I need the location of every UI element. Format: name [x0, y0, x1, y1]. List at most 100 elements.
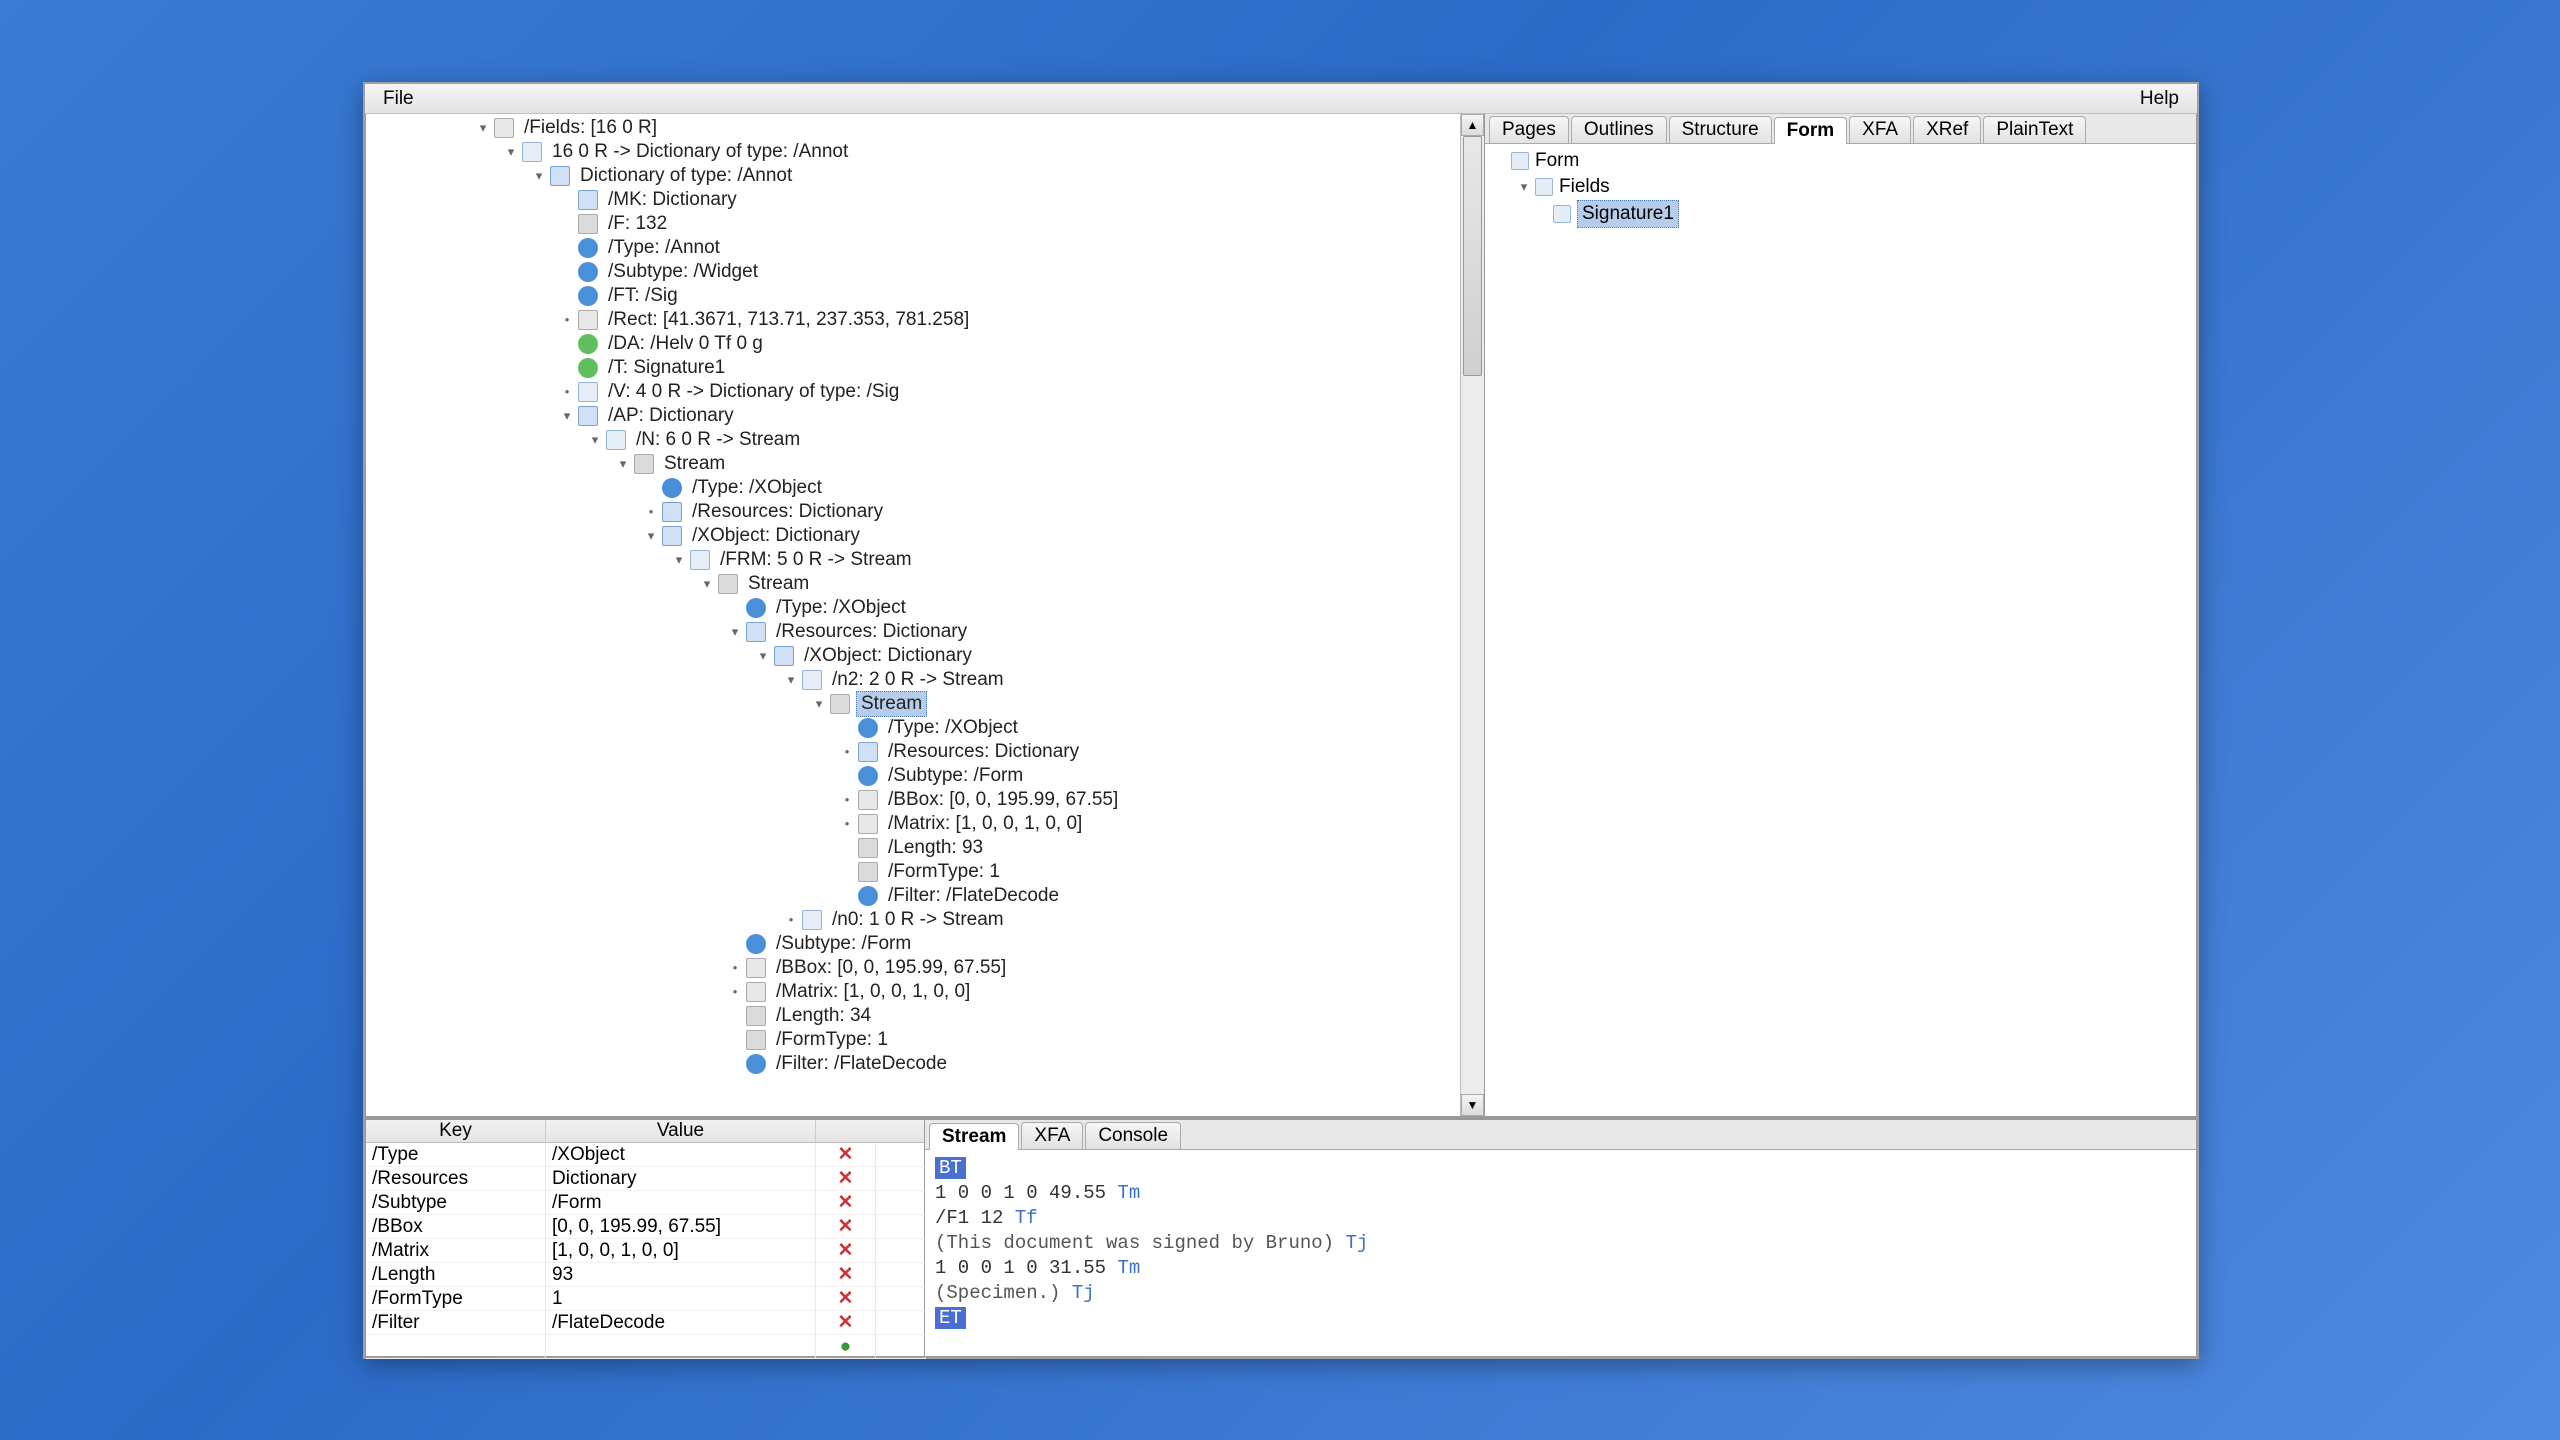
tree-node[interactable]: •/n0: 1 0 R -> Stream — [476, 908, 1122, 932]
field-signature1[interactable]: Signature1 — [1577, 200, 1679, 228]
menu-file[interactable]: File — [375, 86, 422, 112]
tree-node[interactable]: /Type: /XObject — [476, 476, 1122, 500]
kv-row[interactable]: /BBox[0, 0, 195.99, 67.55]✕ — [366, 1215, 924, 1239]
delete-icon[interactable]: ✕ — [816, 1191, 876, 1215]
expand-handle[interactable]: • — [840, 817, 854, 831]
expand-handle[interactable] — [728, 601, 742, 615]
delete-icon[interactable]: ✕ — [816, 1311, 876, 1335]
tab-xfa[interactable]: XFA — [1849, 116, 1911, 143]
tab-plaintext[interactable]: PlainText — [1983, 116, 2086, 143]
tree-node[interactable]: •/BBox: [0, 0, 195.99, 67.55] — [476, 788, 1122, 812]
kv-row[interactable]: /Type/XObject✕ — [366, 1143, 924, 1167]
tab-xref[interactable]: XRef — [1913, 116, 1981, 143]
structure-tree-scroll[interactable]: ▾/Fields: [16 0 R]▾16 0 R -> Dictionary … — [366, 114, 1460, 1116]
tree-node[interactable]: ▾/AP: Dictionary — [476, 404, 1122, 428]
tree-node[interactable]: /Subtype: /Form — [476, 764, 1122, 788]
tree-node[interactable]: •/BBox: [0, 0, 195.99, 67.55] — [476, 956, 1122, 980]
tree-node[interactable]: /Filter: /FlateDecode — [476, 884, 1122, 908]
tree-node[interactable]: /Type: /XObject — [476, 596, 1122, 620]
expand-handle[interactable]: ▾ — [476, 121, 490, 135]
tree-node[interactable]: •/Matrix: [1, 0, 0, 1, 0, 0] — [476, 980, 1122, 1004]
tree-node[interactable]: /Length: 93 — [476, 836, 1122, 860]
tree-node[interactable]: ▾/Resources: Dictionary — [476, 620, 1122, 644]
expand-handle[interactable] — [644, 481, 658, 495]
expand-handle[interactable]: • — [728, 985, 742, 999]
tree-node[interactable]: ▾/XObject: Dictionary — [476, 524, 1122, 548]
expand-handle[interactable]: ▾ — [504, 145, 518, 159]
expand-handle[interactable] — [728, 937, 742, 951]
tree-node[interactable]: •/Rect: [41.3671, 713.71, 237.353, 781.2… — [476, 308, 1122, 332]
tree-node[interactable]: /T: Signature1 — [476, 356, 1122, 380]
form-tree[interactable]: Form ▾ Fields Signature1 — [1485, 144, 2196, 232]
expand-handle[interactable] — [840, 769, 854, 783]
expand-handle[interactable] — [840, 841, 854, 855]
expand-handle[interactable] — [560, 361, 574, 375]
expand-handle[interactable]: ▾ — [532, 169, 546, 183]
tree-node[interactable]: /Subtype: /Form — [476, 932, 1122, 956]
tree-node[interactable]: /Type: /Annot — [476, 236, 1122, 260]
expand-handle[interactable] — [560, 337, 574, 351]
tree-node[interactable]: /FT: /Sig — [476, 284, 1122, 308]
expand-handle[interactable]: ▾ — [672, 553, 686, 567]
tree-node[interactable]: /FormType: 1 — [476, 1028, 1122, 1052]
kv-row[interactable]: /Filter/FlateDecode✕ — [366, 1311, 924, 1335]
scroll-down-button[interactable]: ▼ — [1461, 1094, 1484, 1116]
scroll-track[interactable] — [1461, 136, 1484, 1094]
delete-icon[interactable]: ✕ — [816, 1287, 876, 1311]
tree-node[interactable]: •/V: 4 0 R -> Dictionary of type: /Sig — [476, 380, 1122, 404]
tree-node[interactable]: /Subtype: /Widget — [476, 260, 1122, 284]
form-root-label[interactable]: Form — [1535, 148, 1579, 174]
expand-handle[interactable] — [840, 865, 854, 879]
tree-node[interactable]: •/Resources: Dictionary — [476, 500, 1122, 524]
stream-content[interactable]: BT 1 0 0 1 0 49.55 Tm /F1 12 Tf (This do… — [925, 1150, 2196, 1356]
tree-node[interactable]: ▾/Fields: [16 0 R] — [476, 116, 1122, 140]
tree-node[interactable]: ▾Dictionary of type: /Annot — [476, 164, 1122, 188]
tree-node[interactable]: /Type: /XObject — [476, 716, 1122, 740]
expand-handle[interactable] — [1493, 154, 1507, 168]
delete-icon[interactable]: ✕ — [816, 1215, 876, 1239]
tree-node[interactable]: ▾16 0 R -> Dictionary of type: /Annot — [476, 140, 1122, 164]
tab-console[interactable]: Console — [1085, 1122, 1181, 1149]
tab-pages[interactable]: Pages — [1489, 116, 1569, 143]
tree-node[interactable]: ▾Stream — [476, 692, 1122, 716]
expand-handle[interactable] — [560, 193, 574, 207]
kv-row[interactable]: /Length93✕ — [366, 1263, 924, 1287]
tree-node[interactable]: /FormType: 1 — [476, 860, 1122, 884]
menu-help[interactable]: Help — [2132, 86, 2187, 112]
expand-handle[interactable]: • — [840, 745, 854, 759]
expand-handle[interactable]: ▾ — [756, 649, 770, 663]
expand-handle[interactable]: • — [560, 385, 574, 399]
kv-row[interactable]: /FormType1✕ — [366, 1287, 924, 1311]
expand-handle[interactable] — [728, 1057, 742, 1071]
structure-tree[interactable]: ▾/Fields: [16 0 R]▾16 0 R -> Dictionary … — [366, 114, 1122, 1078]
delete-icon[interactable]: ✕ — [816, 1263, 876, 1287]
expand-handle[interactable] — [560, 265, 574, 279]
tree-node[interactable]: /F: 132 — [476, 212, 1122, 236]
tab-structure[interactable]: Structure — [1669, 116, 1772, 143]
tree-node[interactable]: ▾Stream — [476, 572, 1122, 596]
expand-handle[interactable]: • — [784, 913, 798, 927]
expand-handle[interactable]: ▾ — [616, 457, 630, 471]
expand-handle[interactable]: ▾ — [812, 697, 826, 711]
tree-node[interactable]: /Filter: /FlateDecode — [476, 1052, 1122, 1076]
kv-row[interactable]: /Subtype/Form✕ — [366, 1191, 924, 1215]
scroll-up-button[interactable]: ▲ — [1461, 114, 1484, 136]
add-icon[interactable]: ● — [816, 1335, 876, 1359]
expand-handle[interactable]: ▾ — [588, 433, 602, 447]
expand-handle[interactable] — [728, 1009, 742, 1023]
tree-node[interactable]: •/Matrix: [1, 0, 0, 1, 0, 0] — [476, 812, 1122, 836]
expand-handle[interactable] — [728, 1033, 742, 1047]
vertical-scrollbar[interactable]: ▲ ▼ — [1460, 114, 1484, 1116]
tree-node[interactable]: ▾/N: 6 0 R -> Stream — [476, 428, 1122, 452]
expand-handle[interactable]: ▾ — [1517, 180, 1531, 194]
scroll-thumb[interactable] — [1463, 136, 1482, 376]
tree-node[interactable]: ▾Stream — [476, 452, 1122, 476]
expand-handle[interactable]: ▾ — [560, 409, 574, 423]
kv-row[interactable]: /Matrix[1, 0, 0, 1, 0, 0]✕ — [366, 1239, 924, 1263]
delete-icon[interactable]: ✕ — [816, 1167, 876, 1191]
tree-node[interactable]: /DA: /Helv 0 Tf 0 g — [476, 332, 1122, 356]
tab-xfa[interactable]: XFA — [1021, 1122, 1083, 1149]
expand-handle[interactable]: • — [560, 313, 574, 327]
tree-node[interactable]: ▾/FRM: 5 0 R -> Stream — [476, 548, 1122, 572]
expand-handle[interactable]: • — [840, 793, 854, 807]
